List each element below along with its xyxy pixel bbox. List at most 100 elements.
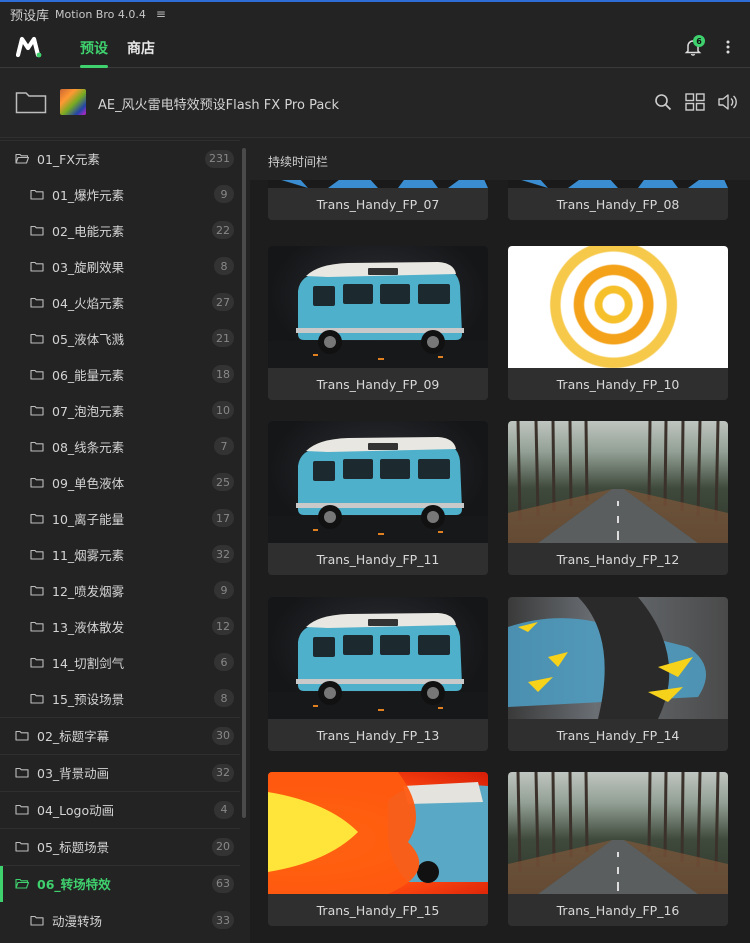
sidebar-item-label: 04_Logo动画 — [37, 803, 115, 818]
sidebar-item[interactable]: 13_液体散发 12 — [0, 608, 240, 644]
preset-card[interactable]: Trans_Handy_FP_13 — [268, 597, 488, 751]
folder-open-icon — [15, 153, 29, 164]
sidebar-item[interactable]: 08_线条元素 7 — [0, 428, 240, 464]
sidebar-item[interactable]: 03_旋刷效果 8 — [0, 248, 240, 284]
sidebar-item-count: 25 — [212, 473, 234, 491]
sidebar-item-label: 03_背景动画 — [37, 766, 110, 781]
category-sidebar: 01_FX元素 231 01_爆炸元素 9 02_电能元素 22 03_旋刷效果 8 04_火焰… — [0, 138, 250, 943]
preset-thumbnail[interactable] — [268, 421, 488, 543]
preset-thumbnail[interactable] — [508, 246, 728, 368]
sidebar-item-label: 05_液体飞溅 — [52, 331, 125, 347]
app-title: 预设库 — [10, 8, 50, 24]
timeline-header-label: 持续时间栏 — [268, 155, 329, 169]
preset-card[interactable]: Trans_Handy_FP_09 — [268, 246, 488, 400]
folder-icon — [30, 261, 44, 272]
folder-icon — [30, 333, 44, 344]
preset-name: Trans_Handy_FP_15 — [268, 894, 488, 926]
preset-thumbnail[interactable] — [268, 246, 488, 368]
preset-thumbnail[interactable] — [268, 772, 488, 894]
sidebar-item[interactable]: 01_FX元素 231 — [0, 140, 240, 176]
sidebar-item[interactable]: 06_转场特效 63 — [0, 865, 240, 902]
folder-icon — [30, 585, 44, 596]
folder-icon — [30, 297, 44, 308]
sidebar-item-label: 10_离子能量 — [52, 511, 125, 527]
folder-icon — [30, 189, 44, 200]
sidebar-item-count: 32 — [212, 545, 234, 563]
sidebar-item-label: 15_预设场景 — [52, 691, 125, 707]
grid-view-icon[interactable] — [685, 93, 705, 111]
sidebar-item[interactable]: 02_电能元素 22 — [0, 212, 240, 248]
sidebar-item-label: 09_单色液体 — [52, 475, 125, 491]
preset-card[interactable]: Trans_Handy_FP_10 — [508, 246, 728, 400]
search-icon[interactable] — [654, 93, 672, 111]
folder-icon — [15, 804, 29, 815]
preset-name: Trans_Handy_FP_14 — [508, 719, 728, 751]
folder-icon — [30, 915, 44, 926]
preset-card[interactable]: Trans_Handy_FP_16 — [508, 772, 728, 926]
sidebar-item[interactable]: 07_泡泡元素 10 — [0, 392, 240, 428]
sidebar-item[interactable]: 动漫转场 33 — [0, 902, 240, 938]
sidebar-item-label: 11_烟雾元素 — [52, 547, 125, 563]
sidebar-item-count: 10 — [212, 401, 234, 419]
sidebar-item[interactable]: 03_背景动画 32 — [0, 754, 240, 790]
sidebar-item[interactable]: 11_烟雾元素 32 — [0, 536, 240, 572]
folder-icon — [30, 405, 44, 416]
sidebar-scrollbar[interactable] — [242, 148, 246, 818]
sidebar-item[interactable]: 10_离子能量 17 — [0, 500, 240, 536]
sidebar-item-count: 12 — [212, 617, 234, 635]
preset-thumbnail[interactable] — [508, 421, 728, 543]
sidebar-item[interactable]: 06_能量元素 18 — [0, 356, 240, 392]
preset-name: Trans_Handy_FP_09 — [268, 368, 488, 400]
sidebar-item-count: 18 — [212, 365, 234, 383]
sidebar-item-label: 动漫转场 — [52, 913, 103, 929]
sidebar-item-label: 05_标题场景 — [37, 840, 110, 855]
sidebar-item[interactable]: 01_爆炸元素 9 — [0, 176, 240, 212]
folder-icon[interactable] — [15, 90, 47, 114]
sidebar-item-count: 30 — [212, 726, 234, 745]
sidebar-item[interactable]: 05_标题场景 20 — [0, 828, 240, 864]
sidebar-item-label: 06_转场特效 — [37, 877, 111, 892]
tab-presets[interactable]: 预设 — [80, 38, 108, 58]
sidebar-item-count: 22 — [212, 221, 234, 239]
motion-bro-logo-icon[interactable] — [16, 35, 42, 59]
pack-title: AE_风火雷电特效预设Flash FX Pro Pack — [98, 98, 339, 113]
sidebar-item[interactable]: 12_喷发烟雾 9 — [0, 572, 240, 608]
timeline-header: 持续时间栏 — [250, 138, 750, 180]
folder-icon — [30, 621, 44, 632]
sidebar-item[interactable]: 05_液体飞溅 21 — [0, 320, 240, 356]
speaker-icon[interactable] — [717, 92, 739, 112]
hamburger-menu-icon[interactable]: ≡ — [156, 7, 166, 21]
preset-thumbnail[interactable] — [268, 597, 488, 719]
sidebar-item[interactable]: 09_单色液体 25 — [0, 464, 240, 500]
folder-icon — [30, 657, 44, 668]
sidebar-item-count: 9 — [214, 581, 234, 599]
preset-card[interactable]: Trans_Handy_FP_11 — [268, 421, 488, 575]
sidebar-item[interactable]: 15_预设场景 8 — [0, 680, 240, 716]
pack-thumbnail — [60, 89, 86, 115]
preset-card[interactable]: Trans_Handy_FP_15 — [268, 772, 488, 926]
sidebar-item-label: 08_线条元素 — [52, 439, 125, 455]
sidebar-item[interactable]: 04_火焰元素 27 — [0, 284, 240, 320]
van-image — [268, 262, 488, 368]
app-version: Motion Bro 4.0.4 — [55, 7, 146, 21]
sidebar-item-label: 02_标题字幕 — [37, 729, 110, 744]
preset-name: Trans_Handy_FP_10 — [508, 368, 728, 400]
sidebar-item-count: 6 — [214, 653, 234, 671]
preset-thumbnail[interactable] — [508, 772, 728, 894]
sidebar-item-label: 01_FX元素 — [37, 152, 100, 167]
preset-name: Trans_Handy_FP_07 — [268, 188, 488, 220]
preset-card[interactable]: Trans_Handy_FP_12 — [508, 421, 728, 575]
preset-thumbnail[interactable] — [508, 597, 728, 719]
sidebar-item[interactable]: 14_切割剑气 6 — [0, 644, 240, 680]
sidebar-item[interactable]: 04_Logo动画 4 — [0, 791, 240, 827]
fire-transition-image — [268, 772, 488, 894]
sidebar-item[interactable]: 02_标题字幕 30 — [0, 717, 240, 753]
tab-store[interactable]: 商店 — [127, 38, 155, 58]
forest-road-image — [508, 772, 728, 894]
folder-icon — [15, 767, 29, 778]
sidebar-item-label: 04_火焰元素 — [52, 295, 125, 311]
preset-name: Trans_Handy_FP_08 — [508, 188, 728, 220]
preset-card[interactable]: Trans_Handy_FP_14 — [508, 597, 728, 751]
sidebar-item-label: 14_切割剑气 — [52, 655, 125, 671]
more-vertical-icon[interactable] — [722, 38, 734, 56]
